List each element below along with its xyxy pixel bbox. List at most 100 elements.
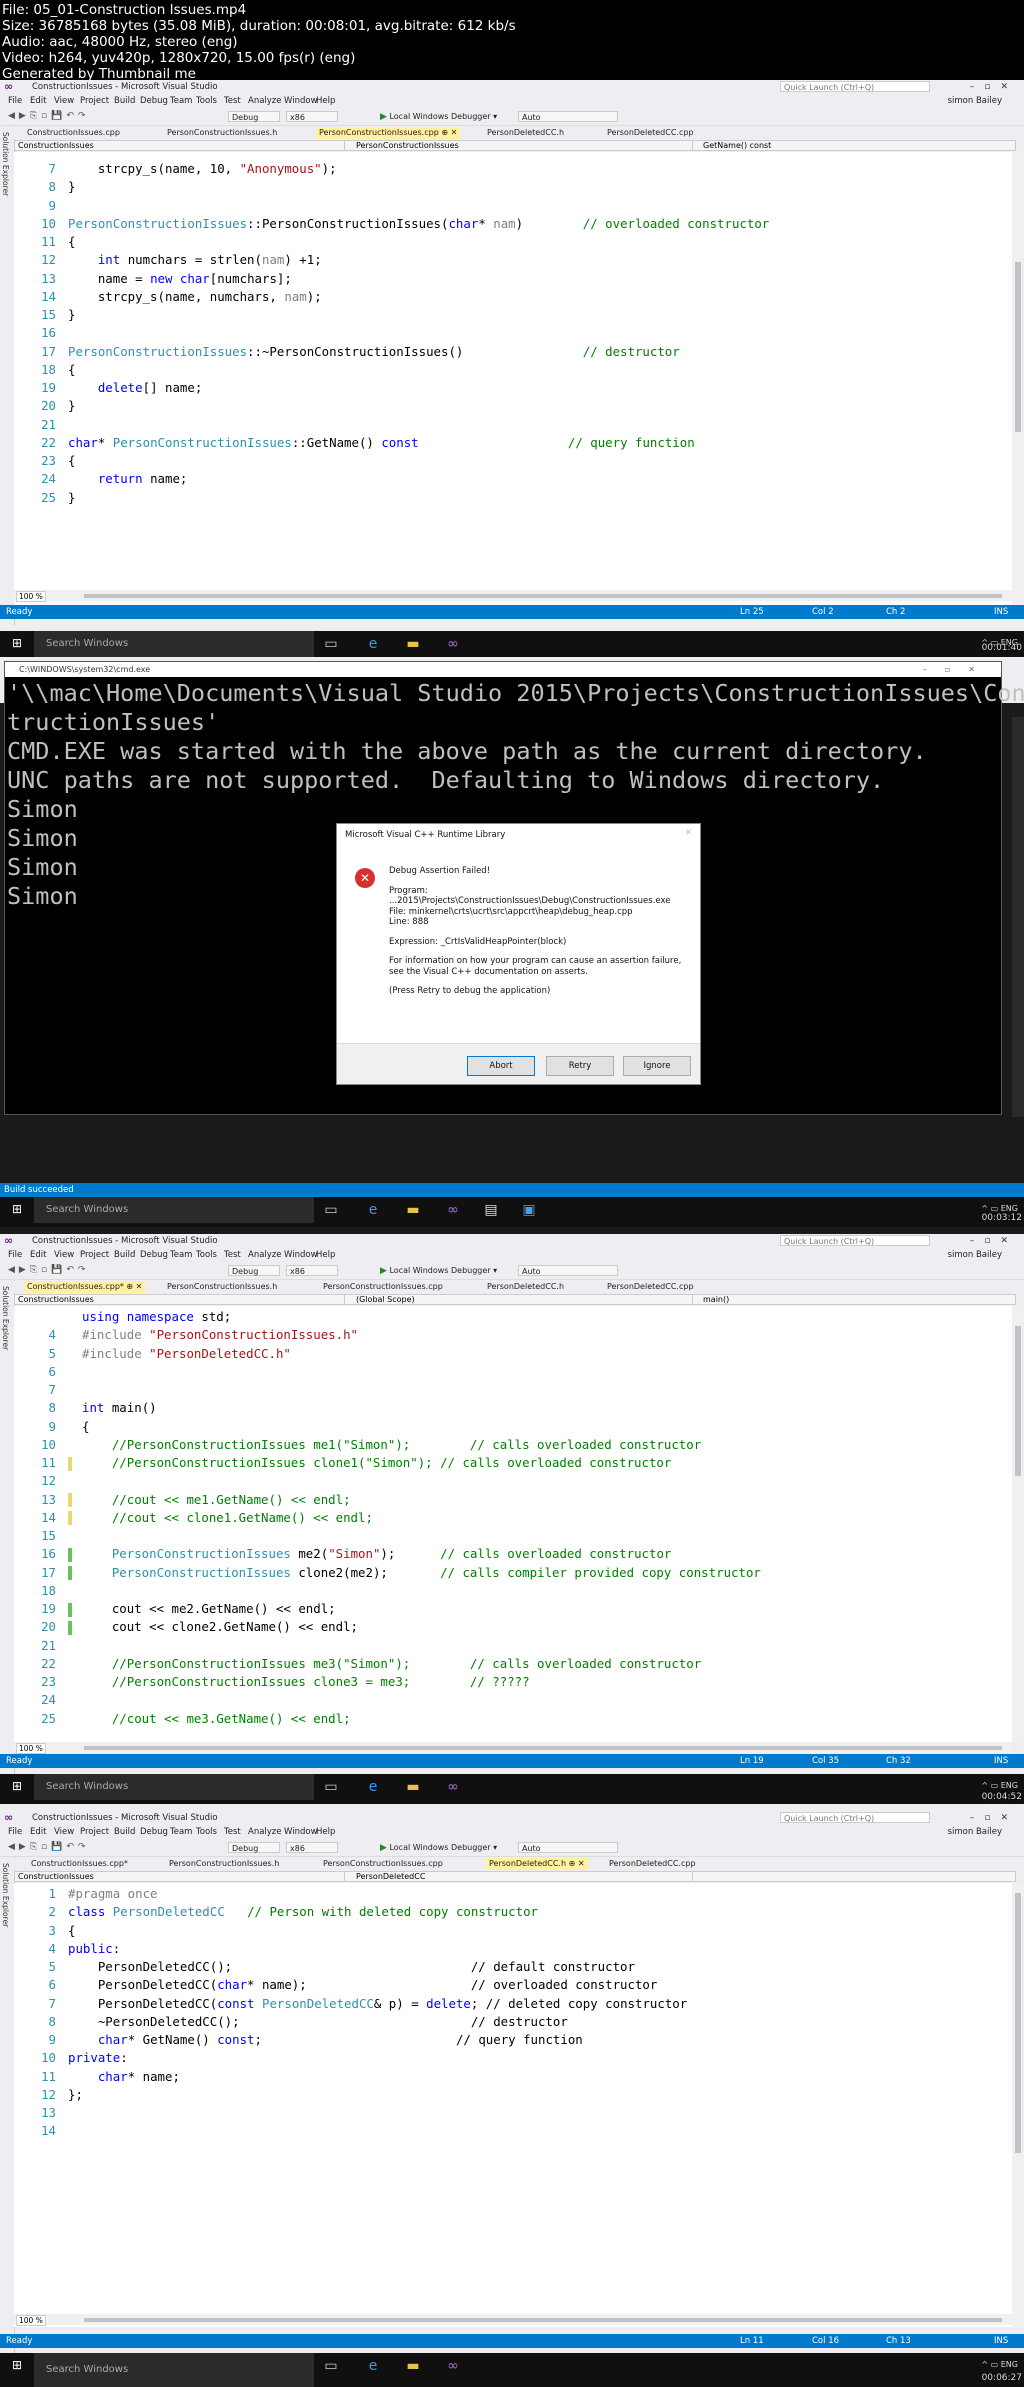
horizontal-scrollbar[interactable]	[84, 594, 1002, 598]
taskbar-search[interactable]: Search Windows	[34, 2353, 314, 2387]
visual-studio-taskbar-icon[interactable]: ∞	[444, 1778, 462, 1796]
menu-help[interactable]: Help	[316, 1248, 335, 1262]
menu-window[interactable]: Window	[284, 94, 318, 108]
config-dropdown[interactable]: Debug	[228, 1265, 280, 1276]
task-view-icon[interactable]: ▭	[322, 1201, 340, 1219]
platform-dropdown[interactable]: x86	[286, 111, 338, 122]
menu-test[interactable]: Test	[224, 1825, 241, 1839]
menu-test[interactable]: Test	[224, 1248, 241, 1262]
tab-constructionissues-cpp[interactable]: ConstructionIssues.cpp*	[28, 1858, 131, 1870]
file-explorer-icon[interactable]: ▬	[404, 635, 422, 653]
member-dropdown[interactable]: main()	[700, 1295, 1010, 1305]
vertical-scrollbar[interactable]	[1012, 1306, 1024, 1742]
tab-personconstructionissues-h[interactable]: PersonConstructionIssues.h	[164, 127, 280, 139]
menu-team[interactable]: Team	[170, 1248, 192, 1262]
menu-edit[interactable]: Edit	[30, 1248, 46, 1262]
user-name[interactable]: simon Bailey	[948, 94, 1002, 108]
menu-debug[interactable]: Debug	[140, 1825, 168, 1839]
menu-file[interactable]: File	[8, 1825, 22, 1839]
vertical-scrollbar[interactable]	[1012, 1883, 1024, 2327]
file-explorer-icon[interactable]: ▬	[404, 1778, 422, 1796]
zoom-dropdown[interactable]: 100 %	[16, 2315, 46, 2326]
menu-file[interactable]: File	[8, 94, 22, 108]
menu-analyze[interactable]: Analyze	[248, 94, 282, 108]
platform-dropdown[interactable]: x86	[286, 1842, 338, 1853]
menu-debug[interactable]: Debug	[140, 94, 168, 108]
start-debugger-button[interactable]: ▶ Local Windows Debugger ▾	[380, 1842, 497, 1854]
menu-analyze[interactable]: Analyze	[248, 1248, 282, 1262]
solution-explorer-tab[interactable]: Solution Explorer	[0, 1857, 15, 2356]
edge-icon[interactable]: e	[364, 1778, 382, 1796]
window-controls[interactable]: –▫✕	[970, 1811, 1018, 1825]
file-explorer-icon[interactable]: ▬	[404, 2357, 422, 2375]
edge-icon[interactable]: e	[364, 1201, 382, 1219]
horizontal-scrollbar[interactable]	[84, 1746, 1002, 1750]
menu-window[interactable]: Window	[284, 1248, 318, 1262]
menu-team[interactable]: Team	[170, 1825, 192, 1839]
taskbar-search[interactable]: Search Windows	[34, 1197, 314, 1223]
tab-personconstructionissues-cpp[interactable]: PersonConstructionIssues.cpp ⊕ ✕	[316, 127, 461, 139]
file-explorer-icon[interactable]: ▬	[404, 1201, 422, 1219]
menu-view[interactable]: View	[54, 1248, 74, 1262]
project-dropdown[interactable]: ConstructionIssues	[15, 1872, 345, 1882]
tab-constructionissues-cpp[interactable]: ConstructionIssues.cpp	[24, 127, 123, 139]
menu-tools[interactable]: Tools	[196, 1248, 217, 1262]
tab-constructionissues-cpp[interactable]: ConstructionIssues.cpp* ⊕ ✕	[24, 1281, 146, 1293]
menu-edit[interactable]: Edit	[30, 94, 46, 108]
tab-personconstructionissues-cpp[interactable]: PersonConstructionIssues.cpp	[320, 1281, 446, 1293]
console-taskbar-icon[interactable]: ▤	[482, 1201, 500, 1219]
menu-build[interactable]: Build	[114, 94, 135, 108]
tab-personconstructionissues-cpp[interactable]: PersonConstructionIssues.cpp	[320, 1858, 446, 1870]
horizontal-scrollbar[interactable]	[84, 2318, 1002, 2322]
tab-personconstructionissues-h[interactable]: PersonConstructionIssues.h	[164, 1281, 280, 1293]
tab-personconstructionissues-h[interactable]: PersonConstructionIssues.h	[166, 1858, 282, 1870]
visual-studio-taskbar-icon[interactable]: ∞	[444, 2357, 462, 2375]
quick-launch-input[interactable]: Quick Launch (Ctrl+Q)	[780, 1812, 930, 1823]
member-dropdown[interactable]	[700, 1872, 1010, 1882]
edge-icon[interactable]: e	[364, 2357, 382, 2375]
project-dropdown[interactable]: ConstructionIssues	[15, 1295, 345, 1305]
menu-debug[interactable]: Debug	[140, 1248, 168, 1262]
edge-icon[interactable]: e	[364, 635, 382, 653]
scroll-thumb[interactable]	[1015, 262, 1021, 432]
type-dropdown[interactable]: PersonDeletedCC	[353, 1872, 693, 1882]
scroll-thumb[interactable]	[1015, 1326, 1021, 1476]
quick-launch-input[interactable]: Quick Launch (Ctrl+Q)	[780, 1235, 930, 1246]
taskbar-search[interactable]: Search Windows	[34, 1774, 314, 1800]
code-editor[interactable]: 1 #pragma once 2 class PersonDeletedCC // …	[14, 1883, 1012, 2327]
tab-persondeletedcc-h[interactable]: PersonDeletedCC.h ⊕ ✕	[486, 1858, 588, 1870]
platform-dropdown[interactable]: x86	[286, 1265, 338, 1276]
user-name[interactable]: simon Bailey	[948, 1248, 1002, 1262]
scroll-thumb[interactable]	[1015, 1893, 1021, 2153]
visual-studio-taskbar-icon[interactable]: ∞	[444, 635, 462, 653]
code-editor[interactable]: using namespace std; 4 #include "PersonCo…	[14, 1306, 1012, 1742]
vertical-scrollbar[interactable]	[1012, 152, 1024, 612]
solution-explorer-tab[interactable]: Solution Explorer	[0, 126, 15, 625]
tab-persondeletedcc-cpp[interactable]: PersonDeletedCC.cpp	[604, 1281, 697, 1293]
menu-view[interactable]: View	[54, 94, 74, 108]
abort-button[interactable]: Abort	[467, 1056, 535, 1076]
menu-window[interactable]: Window	[284, 1825, 318, 1839]
start-debugger-button[interactable]: ▶ Local Windows Debugger ▾	[380, 1265, 497, 1277]
menu-tools[interactable]: Tools	[196, 1825, 217, 1839]
menu-test[interactable]: Test	[224, 94, 241, 108]
config-dropdown[interactable]: Debug	[228, 111, 280, 122]
retry-button[interactable]: Retry	[546, 1056, 614, 1076]
type-dropdown[interactable]: PersonConstructionIssues	[353, 141, 693, 151]
visual-studio-taskbar-icon[interactable]: ∞	[444, 1201, 462, 1219]
tab-persondeletedcc-h[interactable]: PersonDeletedCC.h	[484, 127, 567, 139]
tab-persondeletedcc-h[interactable]: PersonDeletedCC.h	[484, 1281, 567, 1293]
auto-dropdown[interactable]: Auto	[518, 1265, 618, 1276]
solution-explorer-tab[interactable]: Solution Explorer	[0, 1280, 15, 1779]
windows-start-icon[interactable]: ⊞	[12, 2359, 24, 2371]
menu-project[interactable]: Project	[80, 94, 109, 108]
menu-help[interactable]: Help	[316, 1825, 335, 1839]
task-view-icon[interactable]: ▭	[322, 1778, 340, 1796]
tab-persondeletedcc-cpp[interactable]: PersonDeletedCC.cpp	[604, 127, 697, 139]
dialog-taskbar-icon[interactable]: ▣	[520, 1201, 538, 1219]
user-name[interactable]: simon Bailey	[948, 1825, 1002, 1839]
dialog-close-icon[interactable]: ✕	[685, 828, 692, 838]
auto-dropdown[interactable]: Auto	[518, 1842, 618, 1853]
menu-team[interactable]: Team	[170, 94, 192, 108]
ignore-button[interactable]: Ignore	[623, 1056, 691, 1076]
